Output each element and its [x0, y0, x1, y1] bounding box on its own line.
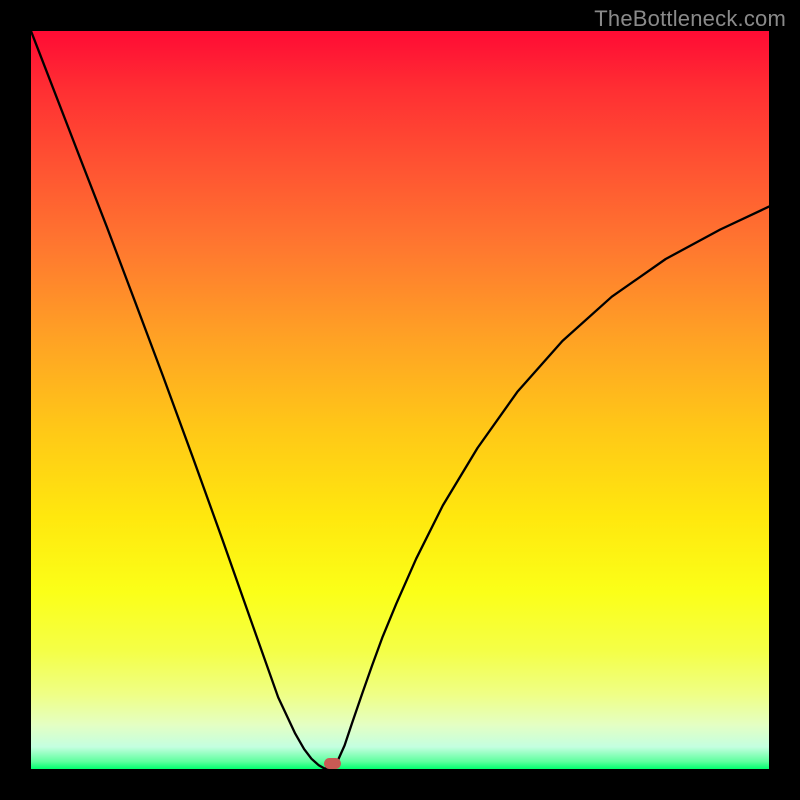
chart-frame: TheBottleneck.com: [0, 0, 800, 800]
plot-area: [31, 31, 769, 769]
optimum-marker: [324, 758, 341, 769]
curve-path: [31, 31, 769, 769]
bottleneck-curve: [31, 31, 769, 769]
watermark-text: TheBottleneck.com: [594, 6, 786, 32]
